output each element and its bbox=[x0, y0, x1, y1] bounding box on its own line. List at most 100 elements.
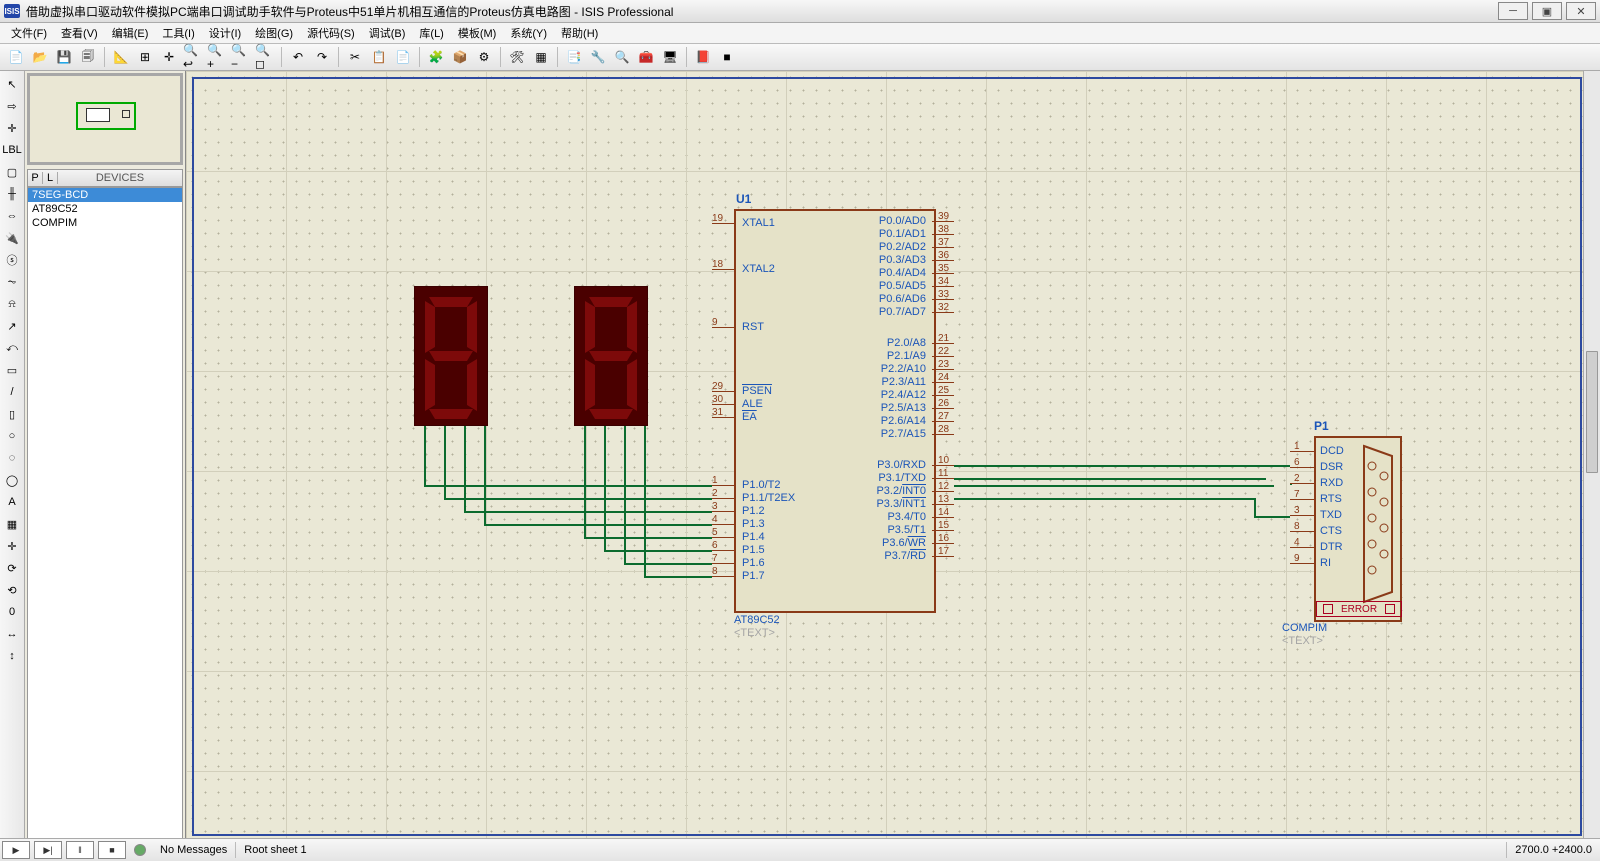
toolbar-button[interactable]: 🔍 bbox=[611, 46, 633, 68]
toolbar-button[interactable]: 🖥 bbox=[659, 46, 681, 68]
close-button[interactable]: ✕ bbox=[1566, 2, 1596, 20]
menu-tool[interactable]: 工具(I) bbox=[155, 23, 201, 43]
sim-pause-button[interactable]: ‖ bbox=[66, 841, 94, 859]
menu-file[interactable]: 文件(F) bbox=[4, 23, 54, 43]
menu-library[interactable]: 库(L) bbox=[412, 23, 450, 43]
mode-tool[interactable]: 0 bbox=[3, 603, 21, 621]
overview-minimap[interactable] bbox=[27, 73, 183, 165]
toolbar-button[interactable]: 📑 bbox=[563, 46, 585, 68]
device-item[interactable]: COMPIM bbox=[28, 216, 182, 230]
p1-text: <TEXT> bbox=[1282, 635, 1323, 647]
toolbar-button[interactable]: 🧩 bbox=[425, 46, 447, 68]
seven-segment-2[interactable] bbox=[574, 286, 648, 426]
toolbar-button[interactable]: 🧰 bbox=[635, 46, 657, 68]
toolbar-button[interactable]: 🔍− bbox=[230, 46, 252, 68]
mode-tool[interactable]: ✛ bbox=[3, 119, 21, 137]
toolbar-button[interactable]: 🔍◻ bbox=[254, 46, 276, 68]
toolbar-button[interactable]: 🔍+ bbox=[206, 46, 228, 68]
mode-tool[interactable]: ◯ bbox=[3, 471, 21, 489]
mode-tool[interactable]: ⟳ bbox=[3, 559, 21, 577]
mode-tool[interactable]: ✛ bbox=[3, 537, 21, 555]
mode-tool[interactable]: ▭ bbox=[3, 361, 21, 379]
seven-segment-1[interactable] bbox=[414, 286, 488, 426]
toolbar-button[interactable]: 📄 bbox=[5, 46, 27, 68]
toolbar-button[interactable]: 🗐 bbox=[77, 46, 99, 68]
toolbar-button[interactable]: 📋 bbox=[368, 46, 390, 68]
menu-design[interactable]: 设计(I) bbox=[202, 23, 248, 43]
toolbar-button[interactable]: 📄 bbox=[392, 46, 414, 68]
u1-value: AT89C52 bbox=[734, 614, 780, 626]
toolbar-button[interactable]: 🔧 bbox=[587, 46, 609, 68]
toolbar-button[interactable]: 💾 bbox=[53, 46, 75, 68]
mode-tool[interactable]: ⟲ bbox=[3, 581, 21, 599]
p1-ref: P1 bbox=[1314, 419, 1329, 433]
device-item[interactable]: 7SEG-BCD bbox=[28, 188, 182, 202]
titlebar: ISIS 借助虚拟串口驱动软件模拟PC端串口调试助手软件与Proteus中51单… bbox=[0, 0, 1600, 23]
toolbar-button[interactable]: 📦 bbox=[449, 46, 471, 68]
p1-error-label: ERROR bbox=[1341, 604, 1377, 615]
toolbar-button[interactable]: ■ bbox=[716, 46, 738, 68]
toolbar-button[interactable]: ✛ bbox=[158, 46, 180, 68]
sim-play-button[interactable]: ▶ bbox=[2, 841, 30, 859]
device-item[interactable]: AT89C52 bbox=[28, 202, 182, 216]
left-panel: P L DEVICES 7SEG-BCDAT89C52COMPIM bbox=[25, 71, 186, 842]
mode-tool[interactable]: ⍾ bbox=[3, 295, 21, 313]
toolbar-button[interactable]: 🔍↩ bbox=[182, 46, 204, 68]
menu-system[interactable]: 系统(Y) bbox=[503, 23, 554, 43]
mode-tool[interactable]: ↗ bbox=[3, 317, 21, 335]
mode-tool[interactable]: ⓢ bbox=[3, 251, 21, 269]
sim-stop-button[interactable]: ■ bbox=[98, 841, 126, 859]
device-list-header: P L DEVICES bbox=[27, 169, 183, 187]
p1-value: COMPIM bbox=[1282, 622, 1327, 634]
toolbar-button[interactable]: ⚙ bbox=[473, 46, 495, 68]
mode-tool[interactable]: ╫ bbox=[3, 185, 21, 203]
toolbar-button[interactable]: ✂ bbox=[344, 46, 366, 68]
device-list[interactable]: 7SEG-BCDAT89C52COMPIM bbox=[27, 187, 183, 840]
p1-error-indicator: ERROR bbox=[1316, 601, 1402, 617]
menu-edit[interactable]: 编辑(E) bbox=[105, 23, 156, 43]
toolbar-button[interactable]: 📕 bbox=[692, 46, 714, 68]
mode-tool[interactable]: ○ bbox=[3, 427, 21, 445]
device-p-button[interactable]: P bbox=[28, 172, 43, 184]
menu-draw[interactable]: 绘图(G) bbox=[248, 23, 300, 43]
mode-tool[interactable]: ▢ bbox=[3, 163, 21, 181]
toolbar-button[interactable]: ▦ bbox=[530, 46, 552, 68]
mode-tool[interactable]: ◌ bbox=[3, 449, 21, 467]
mode-tool[interactable]: 🔌 bbox=[3, 229, 21, 247]
mode-tool[interactable]: ⏦ bbox=[3, 273, 21, 291]
device-l-button[interactable]: L bbox=[43, 172, 58, 184]
menu-source[interactable]: 源代码(S) bbox=[300, 23, 362, 43]
menu-view[interactable]: 查看(V) bbox=[54, 23, 105, 43]
mode-tool[interactable]: ⇨ bbox=[3, 97, 21, 115]
maximize-button[interactable]: ▣ bbox=[1532, 2, 1562, 20]
menu-debug[interactable]: 调试(B) bbox=[362, 23, 413, 43]
mode-tool[interactable]: ▯ bbox=[3, 405, 21, 423]
menu-help[interactable]: 帮助(H) bbox=[554, 23, 605, 43]
toolbar-button[interactable]: 📂 bbox=[29, 46, 51, 68]
mode-tool[interactable]: ⇔ bbox=[3, 207, 21, 225]
toolbar-button[interactable]: 🛠 bbox=[506, 46, 528, 68]
sim-step-button[interactable]: ▶| bbox=[34, 841, 62, 859]
toolbar-button[interactable]: ↶ bbox=[287, 46, 309, 68]
app-logo-icon: ISIS bbox=[4, 4, 20, 18]
minimize-button[interactable]: ─ bbox=[1498, 2, 1528, 20]
toolbar-button[interactable]: 📐 bbox=[110, 46, 132, 68]
schematic-canvas[interactable]: U1 AT89C52 <TEXT> P1 ERROR CO bbox=[186, 71, 1600, 842]
toolbar-button[interactable]: ↷ bbox=[311, 46, 333, 68]
mode-tool[interactable]: ↕ bbox=[3, 647, 21, 665]
vertical-scrollbar[interactable] bbox=[1583, 71, 1600, 842]
mode-tool[interactable]: ⤺ bbox=[3, 339, 21, 357]
mode-tool[interactable]: ↖ bbox=[3, 75, 21, 93]
u1-ref: U1 bbox=[736, 192, 751, 206]
status-sheet: Root sheet 1 bbox=[235, 842, 1506, 858]
workspace: ↖ ⇨ ✛ LBL ▢ ╫ ⇔ 🔌 ⓢ ⏦ ⍾ ↗ ⤺ ▭ / ▯ ○ ◌ ◯ A ▦ ✛ ⟳ ⟲ 0 ↔ ↕ P L DEVICE… bbox=[0, 71, 1600, 842]
mode-tool[interactable]: / bbox=[3, 383, 21, 401]
toolbar-button[interactable]: ⊞ bbox=[134, 46, 156, 68]
mode-tool[interactable]: ↔ bbox=[3, 625, 21, 643]
error-square-icon bbox=[1385, 604, 1395, 614]
mode-tool[interactable]: A bbox=[3, 493, 21, 511]
error-square-icon bbox=[1323, 604, 1333, 614]
menu-template[interactable]: 模板(M) bbox=[451, 23, 504, 43]
mode-tool[interactable]: LBL bbox=[3, 141, 21, 159]
mode-tool[interactable]: ▦ bbox=[3, 515, 21, 533]
